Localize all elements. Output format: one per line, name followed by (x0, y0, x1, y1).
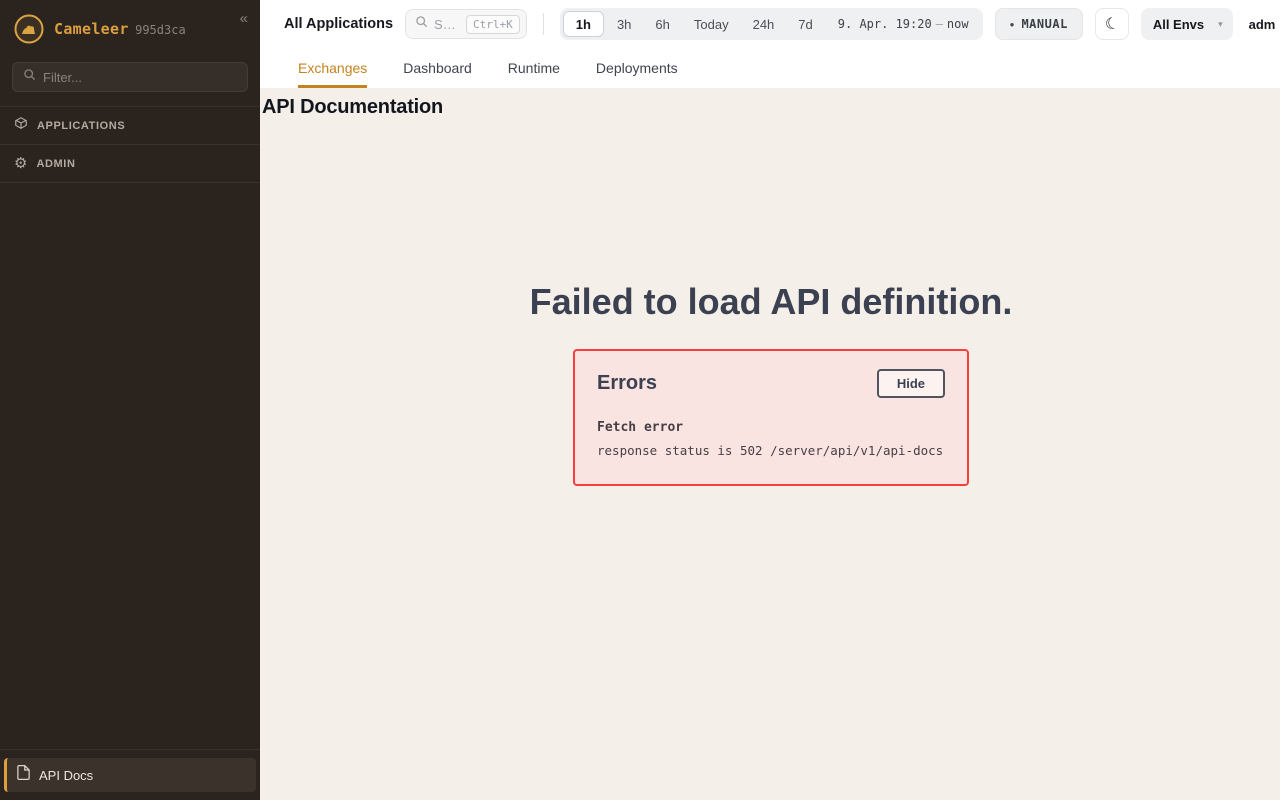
sidebar-collapse-icon[interactable]: « (240, 10, 248, 27)
topbar: All Applications Ctrl+K 1h 3h 6h Today 2… (260, 0, 1280, 48)
manual-label: MANUAL (1021, 17, 1067, 31)
sidebar-filter[interactable] (12, 62, 248, 92)
time-range-1h[interactable]: 1h (563, 11, 604, 37)
applications-icon (14, 116, 28, 135)
time-range-6h[interactable]: 6h (644, 11, 680, 37)
sidebar-item-label: ADMIN (36, 158, 75, 170)
status-dot-icon: ● (1010, 20, 1015, 29)
gear-icon: ⚙ (14, 156, 27, 171)
time-range-to: now (947, 17, 969, 31)
tabs: Exchanges Dashboard Runtime Deployments (260, 48, 1280, 88)
user-menu[interactable]: adm (1249, 17, 1276, 32)
content-area: API Documentation Failed to load API def… (260, 88, 1280, 800)
error-detail: response status is 502 /server/api/v1/ap… (597, 443, 945, 458)
tab-dashboard[interactable]: Dashboard (403, 48, 472, 88)
environment-value: All Envs (1153, 17, 1204, 32)
app-logo-name: Cameleer (54, 20, 129, 38)
errors-panel-title: Errors (597, 372, 657, 395)
sidebar-item-admin[interactable]: ⚙ ADMIN (0, 145, 260, 183)
sidebar-header: Cameleer 995d3ca « (0, 0, 260, 54)
environment-select[interactable]: All Envs ▾ (1141, 8, 1233, 40)
tab-deployments[interactable]: Deployments (596, 48, 678, 88)
errors-panel: Errors Hide Fetch error response status … (573, 349, 969, 486)
cameleer-logo-icon (14, 14, 44, 44)
time-range-bar: 1h 3h 6h Today 24h 7d 9. Apr. 19:20 — now (560, 8, 983, 40)
search-icon (23, 68, 36, 86)
divider (0, 749, 260, 750)
load-error-message: Failed to load API definition. (262, 281, 1280, 323)
global-search[interactable]: Ctrl+K (405, 9, 527, 39)
sidebar-item-api-docs[interactable]: API Docs (4, 758, 256, 792)
time-range-display: 9. Apr. 19:20 — now (838, 17, 969, 31)
search-icon (415, 15, 428, 33)
time-range-today[interactable]: Today (683, 11, 740, 37)
chevron-down-icon: ▾ (1218, 19, 1223, 30)
hide-errors-button[interactable]: Hide (877, 369, 945, 398)
page-context-title: All Applications (284, 16, 393, 32)
sidebar: Cameleer 995d3ca « APPLICATIONS ⚙ ADMIN (0, 0, 260, 800)
main-column: All Applications Ctrl+K 1h 3h 6h Today 2… (260, 0, 1280, 800)
time-range-from: 9. Apr. 19:20 (838, 17, 932, 31)
sidebar-item-applications[interactable]: APPLICATIONS (0, 107, 260, 145)
time-range-24h[interactable]: 24h (742, 11, 786, 37)
document-icon (17, 765, 30, 785)
filter-input[interactable] (43, 70, 237, 85)
dark-mode-toggle[interactable]: ☾ (1095, 8, 1129, 40)
sidebar-item-label: APPLICATIONS (37, 120, 125, 132)
moon-icon: ☾ (1103, 13, 1121, 36)
divider (543, 13, 544, 35)
time-range-7d[interactable]: 7d (787, 11, 823, 37)
search-shortcut-badge: Ctrl+K (466, 15, 520, 34)
tab-runtime[interactable]: Runtime (508, 48, 560, 88)
page-title: API Documentation (262, 96, 1280, 119)
time-range-separator: — (936, 17, 943, 31)
sidebar-item-label: API Docs (39, 768, 93, 783)
search-input[interactable] (434, 17, 460, 32)
app-version-suffix: 995d3ca (135, 23, 186, 37)
sidebar-bottom: API Docs (0, 749, 260, 800)
time-range-3h[interactable]: 3h (606, 11, 642, 37)
sidebar-nav: APPLICATIONS ⚙ ADMIN (0, 106, 260, 183)
tab-exchanges[interactable]: Exchanges (298, 48, 367, 88)
manual-refresh-button[interactable]: ● MANUAL (995, 8, 1083, 40)
error-name: Fetch error (597, 420, 945, 435)
